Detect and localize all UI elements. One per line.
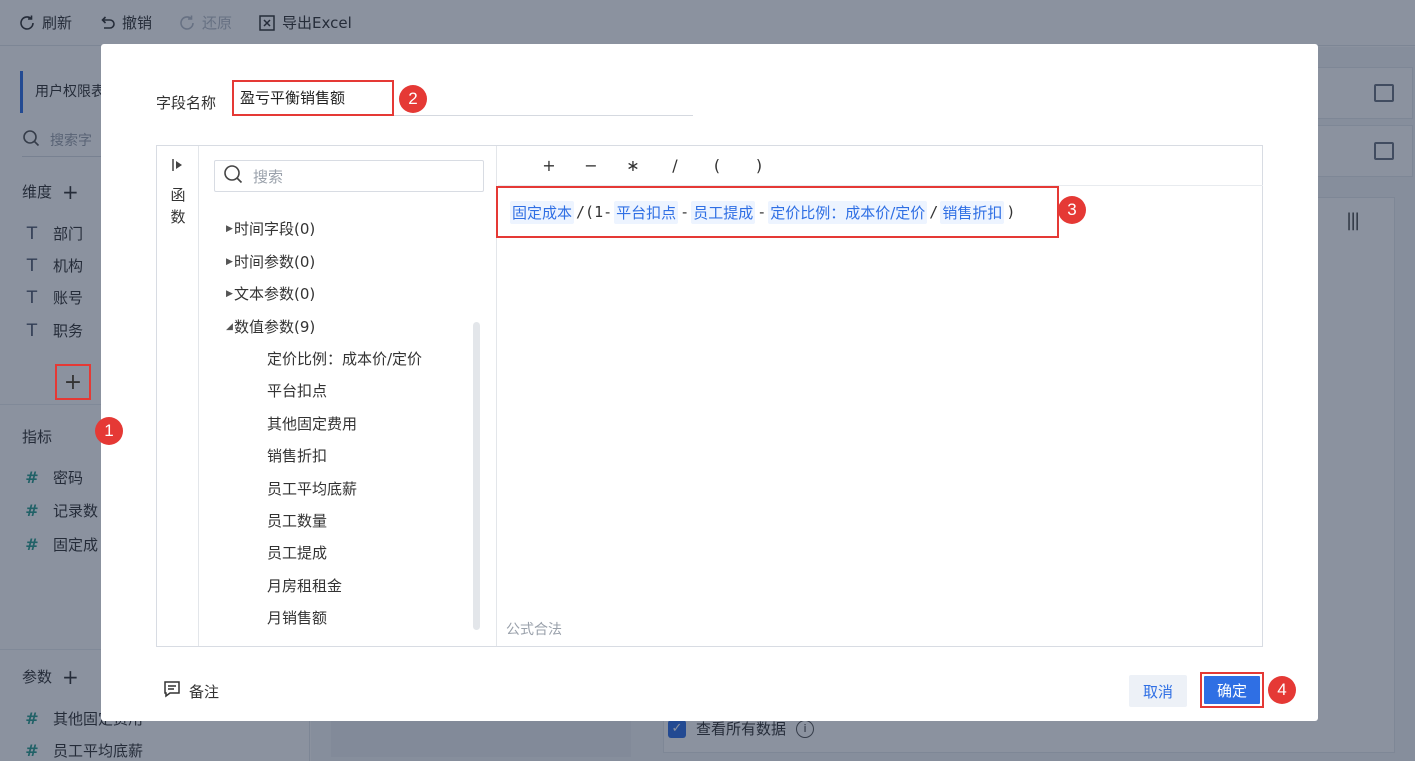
tree-group-label: 时间字段(0) xyxy=(234,220,316,238)
formula-operator: - xyxy=(757,203,767,221)
divide-operator[interactable]: / xyxy=(654,156,696,175)
formula-operator: ) xyxy=(1006,203,1016,221)
open-paren-operator[interactable]: ( xyxy=(696,156,738,175)
tree-group-label: 文本参数(0) xyxy=(234,285,316,303)
formula-field-token[interactable]: 员工提成 xyxy=(691,200,756,224)
tree-leaf[interactable]: 月房租租金 xyxy=(267,575,342,596)
tree-leaf[interactable]: 员工平均底薪 xyxy=(267,478,357,499)
multiply-operator[interactable]: ∗ xyxy=(612,156,654,175)
tree-group[interactable]: ▶ 文本参数(0) xyxy=(226,283,315,304)
step-badge: 4 xyxy=(1268,676,1296,704)
tree-leaf[interactable]: 月销售额 xyxy=(267,607,327,628)
ok-button-highlight: 确定 xyxy=(1200,672,1264,708)
tree-leaf[interactable]: 平台扣点 xyxy=(267,380,327,401)
note-button[interactable]: 备注 xyxy=(163,680,219,702)
tree-group-label: 数值参数(9) xyxy=(234,318,316,336)
collapsed-arrow-icon: ▶ xyxy=(226,223,233,234)
tree-group[interactable]: ◢ 数值参数(9) xyxy=(226,316,315,337)
tree-group[interactable]: ▶ 时间参数(0) xyxy=(226,251,315,272)
tree-leaf[interactable]: 定价比例：成本价/定价 xyxy=(267,348,422,369)
function-label: 函数 xyxy=(170,186,186,226)
close-paren-operator[interactable]: ) xyxy=(738,156,780,175)
tree-leaf[interactable]: 销售折扣 xyxy=(267,445,327,466)
expanded-arrow-icon: ◢ xyxy=(226,321,233,332)
expand-arrow-icon[interactable] xyxy=(157,158,198,176)
tree-search-input[interactable]: 搜索 xyxy=(214,160,484,192)
step-badge: 1 xyxy=(95,417,123,445)
comment-icon xyxy=(163,680,181,702)
collapsed-arrow-icon: ▶ xyxy=(226,256,233,267)
field-name-input[interactable]: 盈亏平衡销售额 xyxy=(232,80,394,116)
formula-operator: / xyxy=(576,203,586,221)
field-name-label: 字段名称 xyxy=(156,94,217,112)
formula-operator: - xyxy=(680,203,690,221)
search-icon xyxy=(223,164,243,188)
formula-field-token[interactable]: 固定成本 xyxy=(510,200,575,224)
function-strip[interactable]: 函数 xyxy=(157,146,199,646)
step-badge: 2 xyxy=(399,85,427,113)
tree-group[interactable]: ▶ 时间字段(0) xyxy=(226,218,315,239)
cancel-button[interactable]: 取消 xyxy=(1129,675,1187,707)
formula-field-token[interactable]: 销售折扣 xyxy=(940,200,1005,224)
validation-status: 公式合法 xyxy=(506,622,562,638)
ok-button[interactable]: 确定 xyxy=(1204,676,1260,704)
operator-bar: + − ∗ / ( ) xyxy=(498,146,1263,186)
formula-operator: (1- xyxy=(585,203,613,221)
field-tree: 搜索 ▶ 时间字段(0) ▶ 时间参数(0) ▶ 文本参数(0) ◢ 数值参数(9) 定… xyxy=(200,146,497,646)
collapsed-arrow-icon: ▶ xyxy=(226,288,233,299)
formula-field-token[interactable]: 平台扣点 xyxy=(614,200,679,224)
step-badge: 3 xyxy=(1058,196,1086,224)
note-label: 备注 xyxy=(189,682,220,701)
formula-input[interactable]: 固定成本 / (1- 平台扣点 - 员工提成 - 定价比例：成本价/定价 / 销… xyxy=(496,186,1059,238)
formula-operator: / xyxy=(929,203,939,221)
tree-group-label: 时间参数(0) xyxy=(234,253,316,271)
minus-operator[interactable]: − xyxy=(570,156,612,175)
formula-field-token[interactable]: 定价比例：成本价/定价 xyxy=(768,200,928,224)
tree-scrollbar[interactable] xyxy=(473,322,480,630)
tree-leaf[interactable]: 员工提成 xyxy=(267,542,327,563)
tree-leaf[interactable]: 员工数量 xyxy=(267,510,327,531)
formula-editor: 函数 搜索 ▶ 时间字段(0) ▶ 时间参数(0) ▶ 文本参数(0) ◢ 数值参数(9… xyxy=(156,145,1263,647)
tree-leaf[interactable]: 其他固定费用 xyxy=(267,413,357,434)
add-measure-button[interactable]: + xyxy=(55,364,91,400)
tree-search-placeholder: 搜索 xyxy=(253,167,284,186)
calculated-field-dialog: 字段名称 盈亏平衡销售额 函数 搜索 ▶ 时间字段(0) ▶ 时间参数(0) ▶ 文本… xyxy=(101,44,1318,721)
plus-operator[interactable]: + xyxy=(528,156,570,175)
formula-pane: + − ∗ / ( ) 固定成本 / (1- 平台扣点 - 员工提成 - 定价比… xyxy=(496,146,1263,646)
